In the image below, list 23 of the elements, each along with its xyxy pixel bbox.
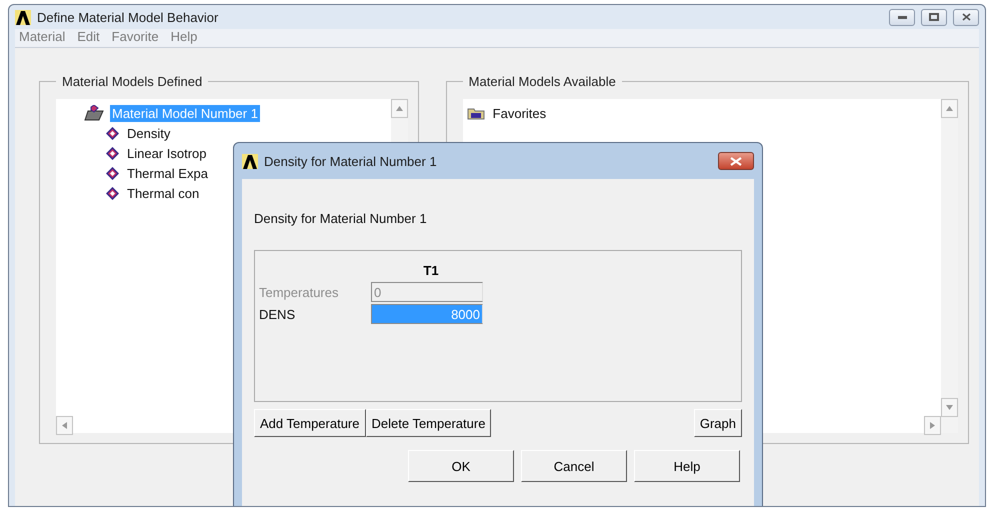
tree-item[interactable]: Thermal con	[125, 184, 202, 202]
tree-item[interactable]: Linear Isotrop	[125, 144, 208, 162]
tree-item[interactable]: Thermal Expa	[125, 164, 210, 182]
row-label: Temperatures	[259, 284, 340, 300]
group-title: Material Models Defined	[61, 74, 204, 89]
menu-item[interactable]: Help	[170, 29, 198, 47]
menu-item[interactable]: Edit	[77, 29, 100, 47]
menu-item[interactable]: Material	[19, 29, 66, 47]
dialog-title: Density for Material Number 1	[264, 154, 438, 168]
dialog-button[interactable]: Cancel	[521, 450, 627, 482]
menu-item[interactable]: Favorite	[112, 29, 159, 47]
window-title: Define Material Model Behavior	[37, 10, 220, 24]
action-button[interactable]: Delete Temperature	[366, 409, 492, 437]
dialog-button[interactable]: OK	[408, 450, 514, 482]
action-button[interactable]: Graph	[694, 409, 742, 437]
dialog-button[interactable]: Help	[634, 450, 740, 482]
tree-item[interactable]: Favorites	[490, 104, 548, 122]
dialog-heading: Density for Material Number 1	[254, 211, 428, 226]
row-label: DENS	[259, 306, 296, 322]
tree-item[interactable]: Density	[125, 124, 172, 142]
group-title: Material Models Available	[468, 74, 617, 89]
action-button[interactable]: Add Temperature	[254, 409, 366, 437]
column-header: T1	[422, 262, 440, 278]
